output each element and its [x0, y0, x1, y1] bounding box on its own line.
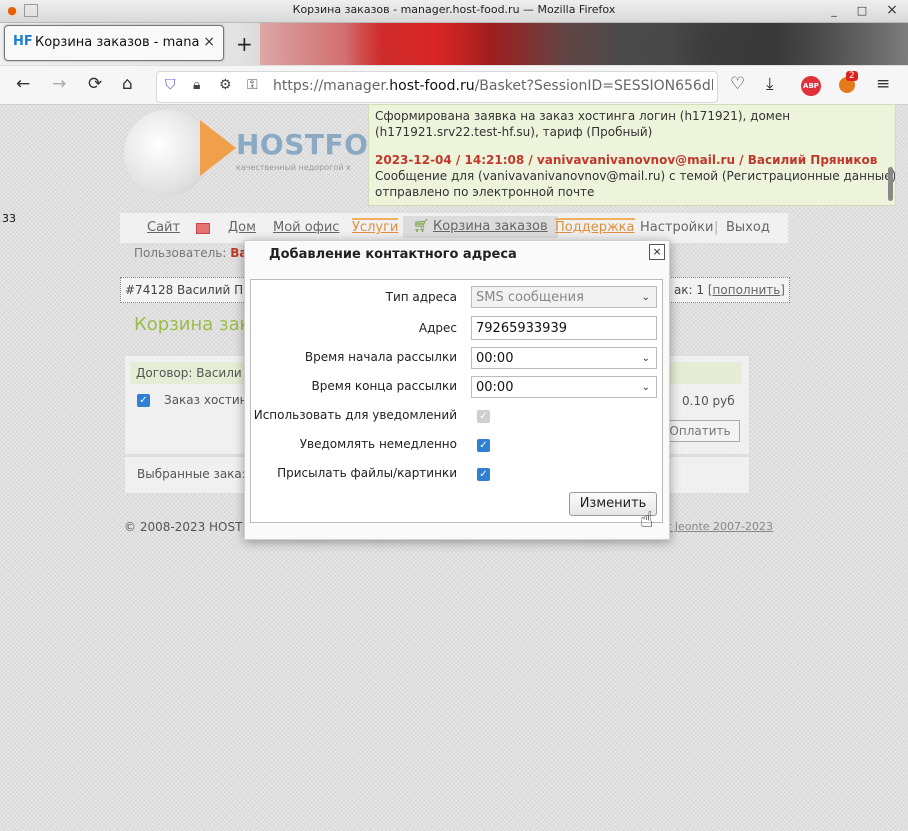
- chevron-down-icon: ⌄: [641, 353, 650, 364]
- close-window-button[interactable]: ×: [884, 3, 900, 18]
- address-input[interactable]: 79265933939: [471, 316, 657, 340]
- order-price: 0.10 руб: [682, 394, 735, 408]
- menu-settings[interactable]: Настройки: [640, 220, 713, 235]
- menu-services[interactable]: Услуги: [352, 218, 399, 235]
- pocket-icon[interactable]: ♡: [730, 75, 745, 93]
- menu-logout[interactable]: Выход: [726, 220, 770, 235]
- reload-icon[interactable]: ⟳: [88, 75, 102, 93]
- end-time-select[interactable]: 00:00 ⌄: [471, 376, 657, 398]
- tab-basket[interactable]: HF Корзина заказов - manager ×: [4, 25, 224, 61]
- dialog-close-icon[interactable]: ×: [649, 244, 665, 260]
- window-titlebar: ● Корзина заказов - manager.host-food.ru…: [0, 0, 908, 23]
- chevron-down-icon: ⌄: [641, 382, 650, 393]
- downloads-icon[interactable]: ⤓: [766, 75, 774, 93]
- adblock-icon[interactable]: ABP: [801, 76, 821, 96]
- notice-line: Сформирована заявка на заказ хостинга ло…: [375, 109, 791, 123]
- url-bar[interactable]: ⛉ 🔒︎ ⚙ ⚿ https://manager.host-food.ru/Ba…: [156, 71, 718, 103]
- shield-icon[interactable]: ⛉: [165, 77, 176, 93]
- maximize-button[interactable]: □: [854, 3, 870, 18]
- menu-support[interactable]: Поддержка: [555, 218, 635, 235]
- site-menu: Сайт Дом Мой офис Услуги 🛒︎ Корзина заказ…: [120, 213, 788, 243]
- key-icon[interactable]: ⚿: [247, 77, 258, 93]
- hand-cursor-icon: ☝: [640, 508, 654, 533]
- app-menu-icon[interactable]: ≡: [876, 75, 890, 93]
- logo-circle: [124, 110, 210, 196]
- menu-site[interactable]: Сайт: [147, 220, 180, 235]
- notify-now-label: Уведомлять немедленно: [299, 437, 457, 451]
- address-label: Адрес: [418, 321, 457, 335]
- window-title: Корзина заказов - manager.host-food.ru —…: [292, 3, 616, 16]
- chevron-down-icon: ⌄: [641, 292, 650, 303]
- add-contact-dialog: Добавление контактного адреса × Тип адре…: [244, 240, 670, 540]
- url-text[interactable]: https://manager.host-food.ru/Basket?Sess…: [273, 78, 713, 94]
- notice-line: отправлено по электронной почте: [375, 185, 595, 199]
- notice-line: Сообщение для (vanivavanivanovnov@mail.r…: [375, 169, 896, 183]
- send-files-label: Присылать файлы/картинки: [277, 466, 457, 480]
- permissions-icon[interactable]: ⚙: [219, 77, 232, 93]
- start-time-select[interactable]: 00:00 ⌄: [471, 347, 657, 369]
- user-line: Пользователь: Ва: [134, 246, 248, 260]
- lock-icon[interactable]: 🔒︎: [193, 77, 200, 93]
- footer-copyright: © 2008-2023 HOST: [124, 520, 243, 534]
- flag-icon[interactable]: [196, 223, 210, 234]
- account-info-left: #74128 Василий П: [125, 283, 244, 297]
- page-title: Корзина зак: [134, 314, 251, 335]
- back-icon[interactable]: ←: [16, 75, 30, 93]
- forward-icon[interactable]: →: [52, 75, 66, 93]
- topup-link[interactable]: [пополнить]: [708, 283, 785, 297]
- page-counter: 33: [2, 212, 16, 225]
- address-type-select[interactable]: SMS сообщения ⌄: [471, 286, 657, 308]
- menu-home[interactable]: Дом: [228, 220, 256, 235]
- use-notify-checkbox[interactable]: ✓: [477, 410, 490, 423]
- new-tab-button[interactable]: +: [236, 32, 253, 56]
- notice-line: (h171921.srv22.test-hf.su), тариф (Пробн…: [375, 125, 653, 139]
- hostfood-favicon-icon: HF: [13, 34, 33, 49]
- order-checkbox[interactable]: ✓: [137, 394, 150, 407]
- cart-icon: 🛒︎: [413, 219, 430, 234]
- account-info-right: ак: 1 [пополнить]: [673, 283, 785, 297]
- home-icon[interactable]: ⌂: [122, 75, 133, 93]
- minimize-button[interactable]: _: [826, 3, 842, 18]
- address-type-label: Тип адреса: [385, 290, 457, 304]
- tab-close-icon[interactable]: ×: [203, 34, 215, 50]
- pay-button[interactable]: Оплатить: [660, 420, 740, 442]
- use-notify-label: Использовать для уведомлений: [253, 408, 457, 422]
- end-time-label: Время конца рассылки: [311, 379, 457, 393]
- logo-subtitle: качественный недорогой х: [236, 163, 351, 172]
- logo-arrow-icon: [200, 120, 236, 176]
- order-label: Заказ хостин: [164, 393, 248, 407]
- footer-credit-link[interactable]: ar Jeonte 2007-2023: [660, 520, 773, 533]
- dialog-title: Добавление контактного адреса: [269, 247, 517, 262]
- menu-office[interactable]: Мой офис: [273, 220, 339, 235]
- menu-separator: |: [714, 220, 719, 235]
- contact-form: Тип адреса SMS сообщения ⌄ Адрес 79265933…: [250, 279, 663, 523]
- menu-cart[interactable]: 🛒︎ Корзина заказов: [403, 216, 558, 238]
- notice-header: 2023-12-04 / 14:21:08 / vanivavanivanovn…: [375, 153, 878, 167]
- tab-label: Корзина заказов - manager: [35, 35, 199, 50]
- send-files-checkbox[interactable]: ✓: [477, 468, 490, 481]
- notify-now-checkbox[interactable]: ✓: [477, 439, 490, 452]
- notice-scrollbar[interactable]: [888, 167, 893, 201]
- extension-badge: 2: [846, 71, 858, 81]
- event-notice-panel: Сформирована заявка на заказ хостинга ло…: [368, 104, 896, 206]
- start-time-label: Время начала рассылки: [304, 350, 457, 364]
